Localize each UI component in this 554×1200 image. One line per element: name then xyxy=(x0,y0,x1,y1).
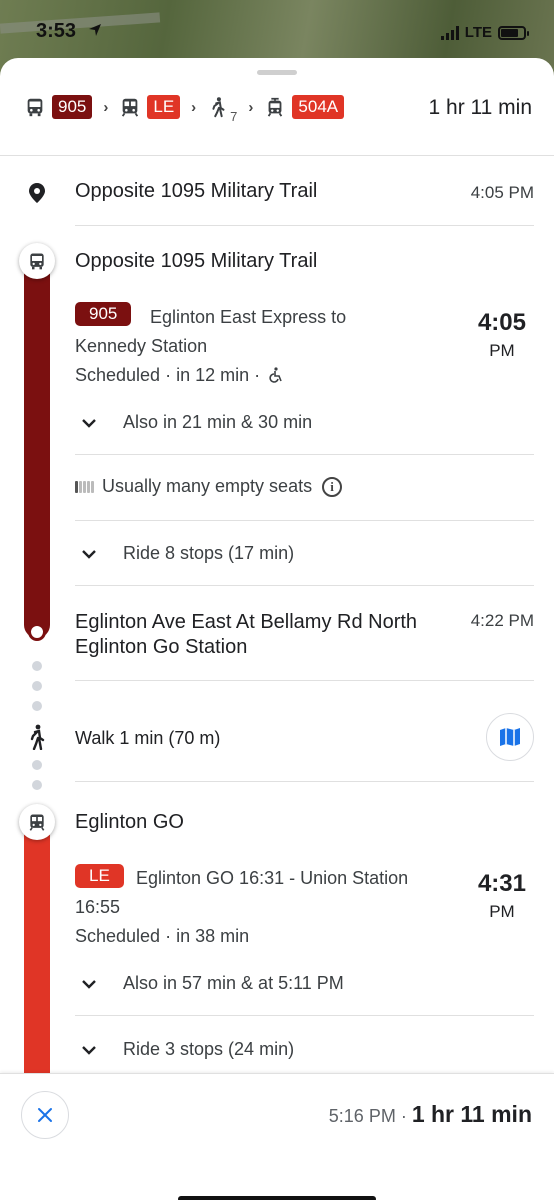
leg2-also-expander[interactable]: Also in 57 min & at 5:11 PM xyxy=(75,973,344,994)
walk-icon xyxy=(212,97,225,118)
bottom-bar: 5:16 PM · 1 hr 11 min xyxy=(0,1073,554,1200)
close-icon xyxy=(38,1108,52,1122)
chevron-down-icon xyxy=(82,1045,96,1055)
walk-dot xyxy=(32,701,42,711)
crowding-icon xyxy=(75,480,94,493)
footer-total-duration: 1 hr 11 min xyxy=(411,1101,532,1127)
chevron-right-icon: › xyxy=(191,98,197,116)
leg2-ride-expander[interactable]: Ride 3 stops (24 min) xyxy=(75,1039,294,1060)
leg2-dep-time: 4:31 xyxy=(477,870,526,897)
train-icon xyxy=(29,814,45,831)
leg1-alight-stop-line1[interactable]: Eglinton Ave East At Bellamy Rd North xyxy=(75,611,417,634)
bus-stop-node xyxy=(19,243,55,279)
leg1-crowding: Usually many empty seats i xyxy=(75,476,343,497)
leg1-trip-description: Eglinton East Express to Kennedy Station xyxy=(75,303,455,361)
divider xyxy=(75,680,534,681)
walk-minutes: 7 xyxy=(230,108,238,124)
leg1-also-expander[interactable]: Also in 21 min & 30 min xyxy=(75,412,312,433)
leg1-schedule-text: Scheduled · in 12 min · xyxy=(75,365,261,385)
bus-icon xyxy=(27,98,43,117)
divider xyxy=(75,781,534,782)
leg1-ride-expander[interactable]: Ride 8 stops (17 min) xyxy=(75,543,294,564)
walk-dot xyxy=(32,760,42,770)
route-badge-504a: 504A xyxy=(292,95,345,119)
walk-map-button[interactable] xyxy=(486,713,534,761)
location-arrow-icon xyxy=(89,24,101,36)
divider xyxy=(75,1015,534,1016)
walk-dot xyxy=(32,681,42,691)
divider xyxy=(0,155,554,156)
route-badge-905: 905 xyxy=(52,95,93,119)
status-time: 3:53 xyxy=(36,20,77,42)
home-indicator[interactable] xyxy=(178,1196,376,1200)
bus-icon xyxy=(30,253,44,270)
location-pin-icon xyxy=(29,183,45,203)
leg1-ride-text: Ride 8 stops (17 min) xyxy=(123,543,295,563)
leg2-schedule-text: Scheduled · in 38 min xyxy=(75,926,250,946)
battery-icon xyxy=(498,25,529,40)
leg1-schedule: Scheduled · in 12 min · xyxy=(75,365,283,386)
summary-total-duration: 1 hr 11 min xyxy=(428,96,533,119)
info-icon[interactable]: i xyxy=(322,476,343,497)
drag-handle[interactable] xyxy=(257,70,297,75)
chevron-right-icon: › xyxy=(248,98,254,116)
leg2-ride-text: Ride 3 stops (24 min) xyxy=(123,1039,295,1059)
leg1-seats-text: Usually many empty seats xyxy=(102,476,313,496)
close-button[interactable] xyxy=(21,1091,69,1139)
leg2-stop-name[interactable]: Eglinton GO xyxy=(75,811,184,834)
walk-label: Walk 1 min (70 m) xyxy=(75,728,221,748)
leg1-desc-line1: Eglinton East Express to xyxy=(150,307,347,327)
status-bar: 3:53 LTE xyxy=(0,0,554,60)
streetcar-icon xyxy=(268,97,283,117)
signal-icon xyxy=(440,25,459,40)
origin-time: 4:05 PM xyxy=(470,183,534,202)
train-stop-node xyxy=(19,804,55,840)
leg1-dep-time: 4:05 xyxy=(477,309,526,336)
route-badge-le: LE xyxy=(147,95,181,119)
divider xyxy=(75,225,534,226)
divider xyxy=(75,454,534,455)
directions-sheet: 905 › LE › 7 › 504A 1 hr 11 min Opposite… xyxy=(0,58,554,1200)
chevron-down-icon xyxy=(82,979,96,989)
walk-dot xyxy=(32,780,42,790)
separator: · xyxy=(400,1106,407,1126)
chevron-down-icon xyxy=(82,418,96,428)
status-right: LTE xyxy=(440,24,529,41)
route-summary: 905 › LE › 7 › 504A 1 hr 11 min xyxy=(0,86,554,128)
leg2-departure-time: 4:31 PM xyxy=(478,870,526,922)
walk-dot xyxy=(32,661,42,671)
leg2-desc-line2: 16:55 xyxy=(75,897,121,917)
leg1-departure-time: 4:05 PM xyxy=(478,309,526,361)
leg1-alight-stop-line2[interactable]: Eglinton Go Station xyxy=(75,636,247,659)
leg2-trip-description: Eglinton GO 16:31 - Union Station 16:55 xyxy=(75,864,455,922)
chevron-right-icon: › xyxy=(103,98,109,116)
network-label: LTE xyxy=(464,24,492,41)
leg1-desc-line2: Kennedy Station xyxy=(75,336,208,356)
leg2-also-text: Also in 57 min & at 5:11 PM xyxy=(123,973,344,993)
train-icon xyxy=(122,98,139,117)
leg2-dep-ampm: PM xyxy=(489,902,515,921)
trip-summary-footer: 5:16 PM · 1 hr 11 min xyxy=(329,1101,532,1128)
map-icon xyxy=(500,728,520,746)
leg1-stop-name[interactable]: Opposite 1095 Military Trail xyxy=(75,250,317,273)
arrival-time: 5:16 PM xyxy=(328,1106,396,1126)
wheelchair-icon xyxy=(269,367,282,383)
chevron-down-icon xyxy=(82,549,96,559)
leg1-also-text: Also in 21 min & 30 min xyxy=(123,412,313,432)
divider xyxy=(75,520,534,521)
route-line-905 xyxy=(24,260,50,638)
leg1-alight-time: 4:22 PM xyxy=(470,611,534,630)
origin-name: Opposite 1095 Military Trail xyxy=(75,180,318,202)
leg2-desc-line1: Eglinton GO 16:31 - Union Station xyxy=(136,868,409,888)
alight-stop-marker xyxy=(28,623,46,641)
leg1-dep-ampm: PM xyxy=(489,341,515,360)
divider xyxy=(75,585,534,586)
walk-icon xyxy=(30,724,45,750)
leg2-schedule: Scheduled · in 38 min xyxy=(75,926,249,947)
